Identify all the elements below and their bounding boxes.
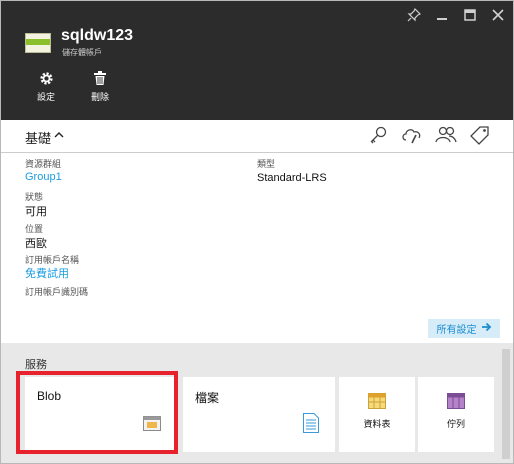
table-icon: [368, 393, 386, 414]
queue-tile-label: 佇列: [446, 419, 465, 429]
storage-account-icon: [25, 33, 51, 53]
essentials-bar: 基礎: [1, 120, 513, 153]
status-value: 可用: [25, 206, 47, 218]
blade-title: sqldw123: [61, 27, 134, 44]
type-label: 類型: [257, 159, 276, 169]
table-tile-label: 資料表: [363, 419, 391, 429]
trash-icon: [80, 71, 120, 87]
delete-label: 刪除: [90, 92, 109, 102]
status-label: 狀態: [25, 192, 44, 202]
file-tile[interactable]: 檔案: [183, 377, 335, 452]
pin-icon[interactable]: [405, 7, 423, 23]
cloud-settings-icon[interactable]: [401, 124, 423, 146]
gear-icon: [26, 71, 66, 87]
key-icon[interactable]: [367, 124, 389, 146]
settings-button[interactable]: 設定: [26, 71, 66, 103]
essentials-toolbar: [367, 124, 491, 146]
essentials-title[interactable]: 基礎: [25, 128, 51, 147]
chevron-up-icon[interactable]: [54, 126, 64, 143]
arrow-right-icon: [481, 322, 492, 335]
settings-label: 設定: [36, 92, 55, 102]
location-label: 位置: [25, 224, 44, 234]
subscription-id-label: 訂用帳戶識別碼: [25, 287, 89, 297]
blob-highlight-box: [16, 371, 178, 454]
all-settings-label: 所有設定: [436, 325, 477, 336]
table-tile[interactable]: 資料表: [339, 377, 415, 452]
scrollbar[interactable]: [502, 349, 510, 459]
window-controls: [405, 7, 507, 23]
queue-tile[interactable]: 佇列: [418, 377, 494, 452]
tag-icon[interactable]: [469, 124, 491, 146]
blade-header: sqldw123 儲存體帳戶 設定 刪除: [1, 1, 513, 120]
location-value: 西歐: [25, 238, 47, 250]
minimize-icon[interactable]: [433, 7, 451, 23]
type-value: Standard-LRS: [257, 172, 327, 184]
delete-button[interactable]: 刪除: [80, 71, 120, 103]
all-settings-button[interactable]: 所有設定: [428, 319, 500, 338]
users-icon[interactable]: [435, 124, 457, 146]
queue-icon: [447, 393, 465, 414]
resource-group-link[interactable]: Group1: [25, 171, 62, 183]
blade-subtitle: 儲存體帳戶: [62, 48, 102, 57]
services-heading: 服務: [25, 359, 47, 371]
maximize-icon[interactable]: [461, 7, 479, 23]
subscription-name-link[interactable]: 免費試用: [25, 265, 69, 281]
resource-group-label: 資源群組: [25, 159, 62, 169]
close-icon[interactable]: [489, 7, 507, 23]
file-icon: [303, 413, 319, 438]
file-tile-label: 檔案: [195, 391, 220, 405]
